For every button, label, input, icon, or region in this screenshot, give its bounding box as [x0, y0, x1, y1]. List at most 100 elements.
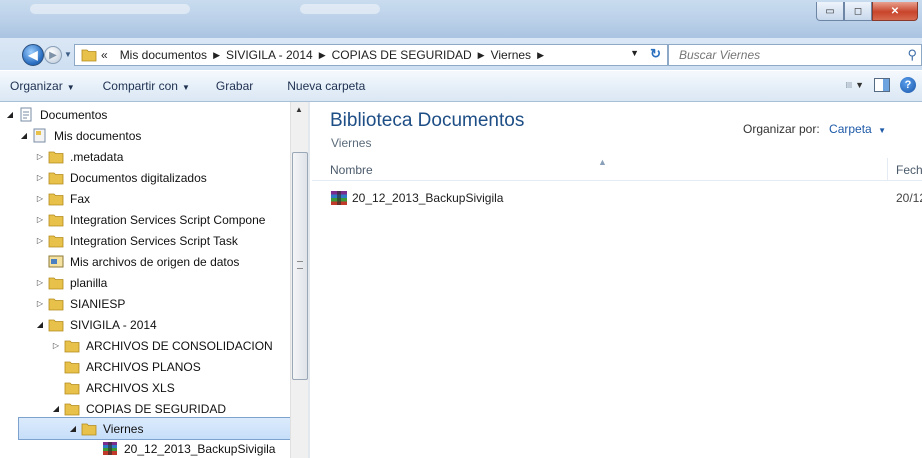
- expand-arrow-icon[interactable]: ◢: [50, 404, 62, 413]
- breadcrumb-item[interactable]: SIVIGILA - 2014: [226, 48, 313, 62]
- tree-item-label: ARCHIVOS DE CONSOLIDACION: [86, 338, 273, 353]
- burn-button[interactable]: Grabar: [206, 79, 263, 93]
- navigation-tree: ◢ Documentos ◢ Mis documentos ▷ .metadat…: [0, 102, 310, 458]
- tree-item-planilla[interactable]: ▷ planilla: [34, 272, 107, 293]
- address-dropdown-icon[interactable]: ▼: [630, 48, 639, 58]
- toolbar-right: ▼ ?: [846, 77, 916, 93]
- tree-item-label: SIANIESP: [70, 296, 126, 311]
- tree-item-documentos-digitalizados[interactable]: ▷ Documentos digitalizados: [34, 167, 207, 188]
- breadcrumb-overflow[interactable]: «: [101, 48, 108, 62]
- collapse-arrow-icon[interactable]: ▷: [34, 278, 46, 287]
- tree-item-label: Fax: [70, 191, 91, 206]
- winrar-archive-icon: [103, 442, 117, 455]
- forward-button[interactable]: ▶: [44, 46, 62, 64]
- address-bar[interactable]: « Mis documentos ▶ SIVIGILA - 2014 ▶ COP…: [74, 44, 668, 66]
- tree-item-label: planilla: [70, 275, 108, 290]
- preview-pane-icon[interactable]: [874, 78, 890, 92]
- expand-arrow-icon[interactable]: ◢: [67, 424, 79, 433]
- tree-item-label: Viernes: [103, 421, 144, 436]
- scroll-up-icon[interactable]: ▲: [295, 105, 303, 114]
- breadcrumb-item[interactable]: Viernes: [491, 48, 531, 62]
- search-icon[interactable]: ⚲: [907, 47, 917, 63]
- tree-item-label: Integration Services Script Task: [70, 233, 238, 248]
- tree-item-backup-file[interactable]: 20_12_2013_BackupSivigila: [100, 438, 275, 458]
- expand-arrow-icon[interactable]: ◢: [4, 110, 16, 119]
- tree-item-fax[interactable]: ▷ Fax: [34, 188, 90, 209]
- forward-arrow-icon: ▶: [49, 49, 57, 61]
- back-button[interactable]: ◀: [22, 44, 44, 66]
- tree-item-viernes[interactable]: ◢ Viernes: [18, 417, 292, 440]
- breadcrumb-item[interactable]: COPIAS DE SEGURIDAD: [332, 48, 472, 62]
- folder-icon: [64, 403, 80, 416]
- content-pane: Biblioteca Documentos Viernes Organizar …: [312, 102, 922, 458]
- recent-pages-dropdown[interactable]: ▼: [64, 50, 72, 59]
- tree-item-archivos-xls[interactable]: ARCHIVOS XLS: [62, 377, 175, 398]
- file-date: 20/12: [896, 191, 922, 205]
- tree-item-mis-documentos[interactable]: ◢ Mis documentos: [18, 125, 141, 146]
- search-box[interactable]: ⚲: [668, 44, 922, 66]
- document-icon: [33, 128, 46, 143]
- collapse-arrow-icon[interactable]: ▷: [34, 215, 46, 224]
- chevron-right-icon[interactable]: ▶: [478, 50, 485, 61]
- column-header-date[interactable]: Fech: [896, 163, 922, 177]
- library-title: Biblioteca Documentos: [330, 110, 525, 131]
- chevron-down-icon[interactable]: ▼: [878, 126, 886, 135]
- collapse-arrow-icon[interactable]: ▷: [34, 152, 46, 161]
- tree-item-metadata[interactable]: ▷ .metadata: [34, 146, 123, 167]
- breadcrumb-item[interactable]: Mis documentos: [120, 48, 207, 62]
- search-input[interactable]: [677, 47, 891, 63]
- new-folder-button[interactable]: Nueva carpeta: [277, 79, 375, 93]
- tree-item-documentos[interactable]: ◢ Documentos: [4, 104, 107, 125]
- file-row[interactable]: 20_12_2013_BackupSivigila 20/12: [312, 188, 922, 208]
- column-header-row: Nombre ▲ Fech: [312, 157, 922, 181]
- chevron-right-icon[interactable]: ▶: [537, 50, 544, 61]
- collapse-arrow-icon[interactable]: ▷: [50, 341, 62, 350]
- tree-item-archivos-consolidacion[interactable]: ▷ ARCHIVOS DE CONSOLIDACION: [50, 335, 273, 356]
- tree-item-label: ARCHIVOS XLS: [86, 380, 175, 395]
- tree-item-archivos-planos[interactable]: ARCHIVOS PLANOS: [62, 356, 201, 377]
- tree-item-sivigila-2014[interactable]: ◢ SIVIGILA - 2014: [34, 314, 157, 335]
- help-icon[interactable]: ?: [900, 77, 916, 93]
- arrange-by-dropdown[interactable]: Carpeta: [829, 122, 872, 136]
- column-header-name[interactable]: Nombre: [330, 163, 373, 177]
- folder-icon: [81, 49, 97, 62]
- pane-divider[interactable]: [308, 102, 310, 458]
- change-view-button[interactable]: ▼: [846, 78, 864, 92]
- tree-item-label: Documentos: [40, 107, 108, 122]
- arrange-by-label: Organizar por:: [742, 122, 820, 136]
- tree-item-label: Mis archivos de origen de datos: [70, 254, 240, 269]
- tree-item-label: COPIAS DE SEGURIDAD: [86, 401, 227, 416]
- details-view-icon: [846, 82, 853, 88]
- titlebar-blur: [300, 4, 380, 14]
- expand-arrow-icon[interactable]: ◢: [18, 131, 30, 140]
- chevron-right-icon[interactable]: ▶: [213, 50, 220, 61]
- tree-item-integration-services-task[interactable]: ▷ Integration Services Script Task: [34, 230, 238, 251]
- tree-item-integration-services-component[interactable]: ▷ Integration Services Script Compone: [34, 209, 266, 230]
- tree-item-label: SIVIGILA - 2014: [70, 317, 157, 332]
- collapse-arrow-icon[interactable]: ▷: [34, 299, 46, 308]
- navigation-bar: ◀ ▶ ▼ « Mis documentos ▶ SIVIGILA - 2014…: [0, 38, 922, 70]
- scrollbar-thumb[interactable]: [292, 152, 308, 380]
- expand-arrow-icon[interactable]: ◢: [34, 320, 46, 329]
- library-subtitle: Viernes: [331, 136, 372, 150]
- tree-item-sianiesp[interactable]: ▷ SIANIESP: [34, 293, 125, 314]
- titlebar-blur: [30, 4, 190, 14]
- maximize-button[interactable]: ◻: [844, 2, 872, 21]
- column-separator[interactable]: [887, 158, 888, 180]
- tree-scrollbar[interactable]: ▲: [290, 102, 308, 458]
- minimize-button[interactable]: ▭: [816, 2, 844, 21]
- folder-icon: [48, 214, 64, 227]
- collapse-arrow-icon[interactable]: ▷: [34, 236, 46, 245]
- organize-button[interactable]: Organizar ▼: [0, 79, 85, 93]
- window-titlebar: ▭ ◻ ✕: [0, 0, 922, 38]
- sort-ascending-icon: ▲: [598, 157, 607, 167]
- tree-item-copias-de-seguridad[interactable]: ◢ COPIAS DE SEGURIDAD: [50, 398, 226, 419]
- file-name: 20_12_2013_BackupSivigila: [352, 191, 504, 205]
- tree-item-data-sources[interactable]: Mis archivos de origen de datos: [46, 251, 239, 272]
- chevron-right-icon[interactable]: ▶: [319, 50, 326, 61]
- collapse-arrow-icon[interactable]: ▷: [34, 173, 46, 182]
- share-button[interactable]: Compartir con ▼: [93, 79, 200, 93]
- close-button[interactable]: ✕: [872, 2, 918, 21]
- collapse-arrow-icon[interactable]: ▷: [34, 194, 46, 203]
- refresh-icon[interactable]: ↻: [650, 46, 661, 62]
